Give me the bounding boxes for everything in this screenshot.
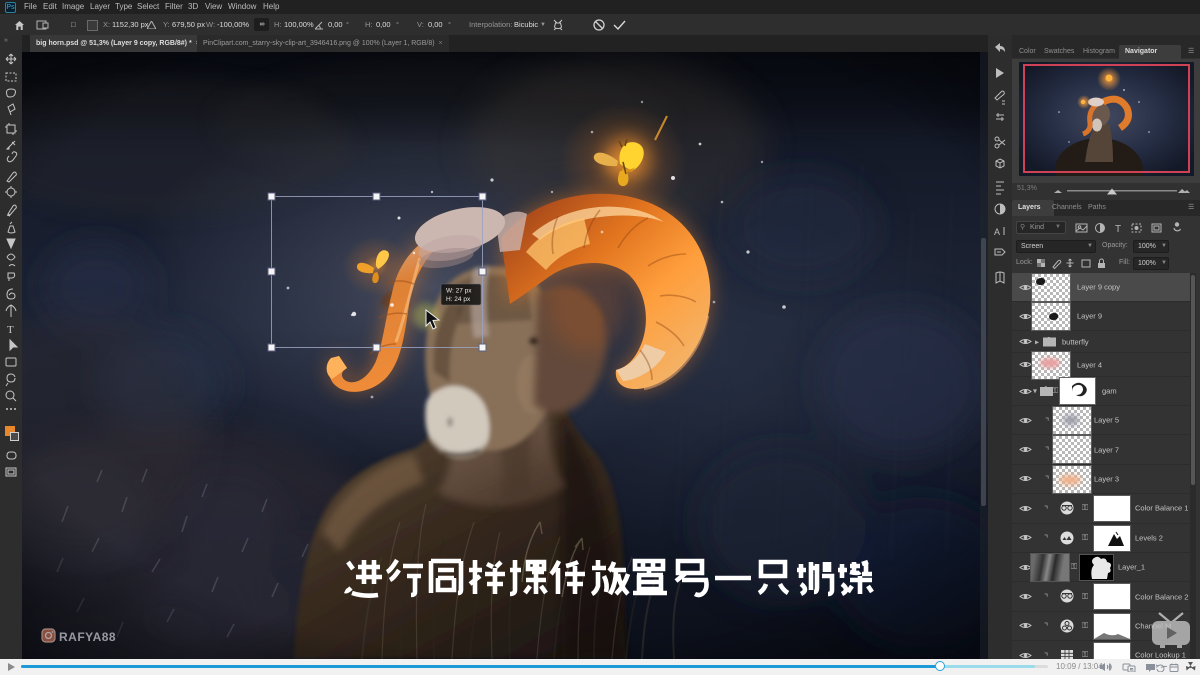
svg-text:T: T (7, 324, 14, 336)
svg-text:T: T (1115, 224, 1121, 235)
svg-text:RAFYA88: RAFYA88 (59, 630, 116, 644)
svg-text:A: A (994, 227, 1000, 237)
svg-text:W: 27 px: W: 27 px (446, 288, 472, 295)
svg-text:H: 24 px: H: 24 px (446, 296, 471, 303)
